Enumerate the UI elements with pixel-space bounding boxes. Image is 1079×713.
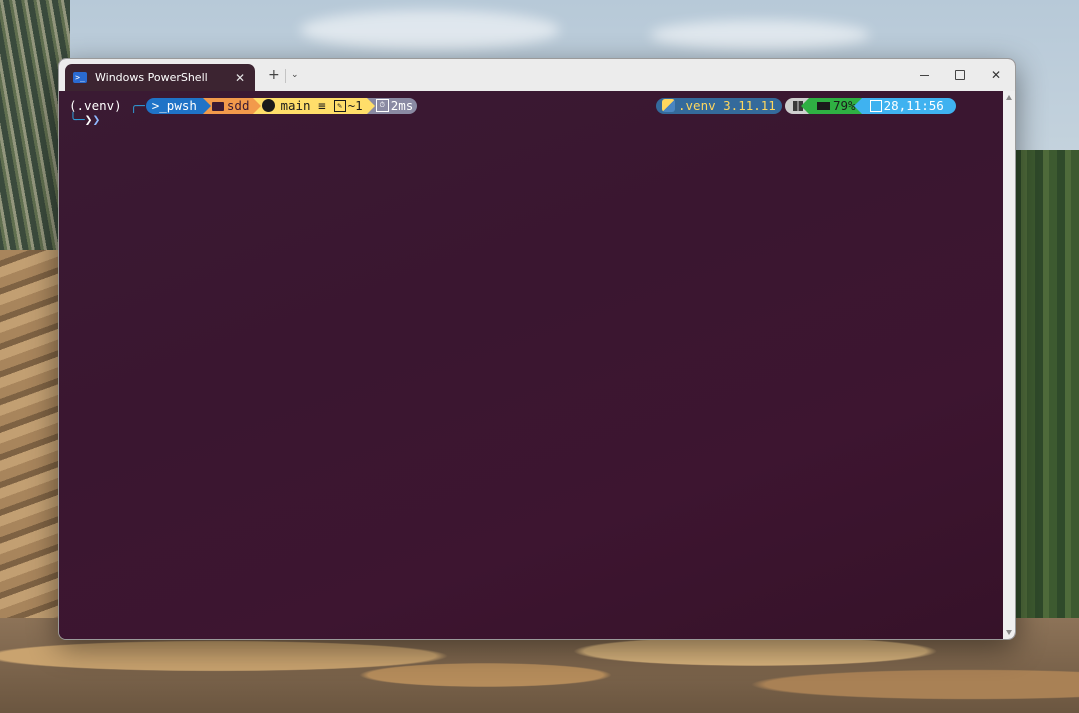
tab-windows-powershell[interactable]: >_ Windows PowerShell ✕ bbox=[65, 64, 255, 91]
close-tab-icon[interactable]: ✕ bbox=[235, 71, 245, 85]
shell-label: >_pwsh bbox=[151, 98, 197, 113]
venv-indicator: (.venv) bbox=[69, 98, 122, 113]
system-segments: 79% 28,11:56 bbox=[785, 97, 956, 114]
battery-level: 79% bbox=[833, 98, 856, 113]
prompt-corner-bottom: ╰─ bbox=[69, 113, 85, 128]
exec-time: 2ms bbox=[390, 98, 414, 113]
calendar-icon bbox=[869, 99, 882, 112]
date-segment: 28,11:56 bbox=[853, 97, 956, 114]
powershell-icon: >_ bbox=[73, 72, 87, 83]
shell-segment: >_pwsh bbox=[145, 97, 211, 114]
python-segment-wrap: .venv 3.11.11 bbox=[656, 97, 782, 114]
wallpaper-cloud bbox=[650, 20, 870, 50]
github-icon bbox=[262, 99, 276, 112]
wallpaper-trees-right bbox=[1013, 150, 1079, 650]
title-bar[interactable]: >_ Windows PowerShell ✕ + ⌄ ✕ bbox=[59, 59, 1015, 91]
git-segment: main ≡ ✎ ~1 bbox=[253, 97, 375, 114]
wallpaper-wood-sculpture bbox=[0, 250, 60, 630]
new-tab-button[interactable]: + bbox=[268, 67, 280, 83]
git-status: ~1 bbox=[347, 98, 363, 113]
tab-dropdown-chevron-down-icon[interactable]: ⌄ bbox=[291, 70, 299, 80]
python-icon bbox=[662, 99, 675, 112]
battery-icon bbox=[817, 101, 830, 110]
close-window-button[interactable]: ✕ bbox=[981, 65, 1011, 85]
minimize-button[interactable] bbox=[909, 65, 939, 85]
prompt-chevron-icon: ❯ bbox=[84, 113, 93, 128]
prompt-chevron-icon: ❯ bbox=[92, 113, 101, 128]
prompt-line-input[interactable]: ╰─ ❯ ❯ bbox=[69, 113, 100, 128]
prompt-line-left: (.venv) ╭─ >_pwsh sdd main ≡ ✎ ~1 ⏱ 2ms bbox=[69, 97, 418, 114]
terminal-output-area[interactable]: (.venv) ╭─ >_pwsh sdd main ≡ ✎ ~1 ⏱ 2ms bbox=[59, 91, 1003, 639]
edit-icon: ✎ bbox=[333, 99, 346, 112]
terminal-window[interactable]: >_ Windows PowerShell ✕ + ⌄ ✕ (.venv) ╭─… bbox=[58, 58, 1016, 640]
wallpaper-cloud bbox=[300, 10, 560, 50]
python-version: .venv 3.11.11 bbox=[678, 98, 776, 113]
timer-icon: ⏱ bbox=[375, 99, 389, 112]
git-branch: main ≡ bbox=[280, 98, 326, 113]
folder-icon bbox=[211, 102, 224, 111]
date-time: 28,11:56 bbox=[883, 98, 944, 113]
tab-separator bbox=[285, 69, 286, 83]
scroll-up-icon[interactable] bbox=[1006, 95, 1012, 100]
tab-title: Windows PowerShell bbox=[95, 71, 208, 84]
prompt-corner-top: ╭─ bbox=[129, 98, 145, 113]
vertical-scrollbar[interactable] bbox=[1003, 91, 1015, 639]
path-label: sdd bbox=[226, 98, 250, 113]
python-segment: .venv 3.11.11 bbox=[656, 97, 782, 114]
scroll-down-icon[interactable] bbox=[1006, 630, 1012, 635]
maximize-button[interactable] bbox=[945, 65, 975, 85]
